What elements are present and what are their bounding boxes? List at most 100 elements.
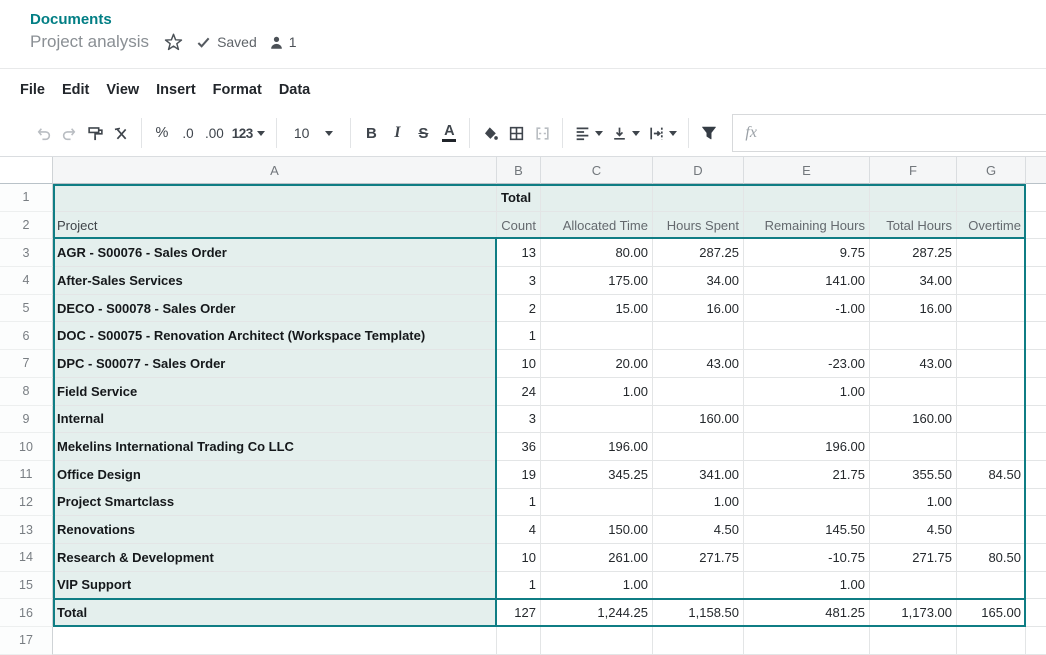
cell-E1[interactable]	[744, 184, 870, 212]
cell-F6[interactable]	[870, 322, 957, 350]
cell-partial-11[interactable]	[1026, 461, 1046, 489]
menu-insert[interactable]: Insert	[156, 82, 196, 98]
row-header-9[interactable]: 9	[0, 406, 53, 434]
cell-F16[interactable]: 1,173.00	[870, 599, 957, 627]
cell-B3[interactable]: 13	[497, 239, 541, 267]
column-header-E[interactable]: E	[744, 157, 870, 184]
cell-G11[interactable]: 84.50	[957, 461, 1026, 489]
cell-C3[interactable]: 80.00	[541, 239, 653, 267]
cell-D9[interactable]: 160.00	[653, 406, 744, 434]
row-header-8[interactable]: 8	[0, 378, 53, 406]
cell-C1[interactable]	[541, 184, 653, 212]
row-header-4[interactable]: 4	[0, 267, 53, 295]
cell-F8[interactable]	[870, 378, 957, 406]
cell-C15[interactable]: 1.00	[541, 572, 653, 600]
cell-A5[interactable]: DECO - S00078 - Sales Order	[53, 295, 497, 323]
cell-partial-15[interactable]	[1026, 572, 1046, 600]
cell-E11[interactable]: 21.75	[744, 461, 870, 489]
cell-B9[interactable]: 3	[497, 406, 541, 434]
cell-D12[interactable]: 1.00	[653, 489, 744, 517]
cell-E13[interactable]: 145.50	[744, 516, 870, 544]
row-header-11[interactable]: 11	[0, 461, 53, 489]
cell-G5[interactable]	[957, 295, 1026, 323]
cell-A17[interactable]	[53, 627, 497, 655]
cell-F15[interactable]	[870, 572, 957, 600]
cell-E6[interactable]	[744, 322, 870, 350]
cell-partial-12[interactable]	[1026, 489, 1046, 517]
cell-A3[interactable]: AGR - S00076 - Sales Order	[53, 239, 497, 267]
fill-color-button[interactable]	[477, 119, 503, 147]
vertical-align-dropdown[interactable]	[607, 119, 644, 147]
cell-D2[interactable]: Hours Spent	[653, 212, 744, 240]
cell-G7[interactable]	[957, 350, 1026, 378]
row-header-13[interactable]: 13	[0, 516, 53, 544]
cell-B7[interactable]: 10	[497, 350, 541, 378]
cell-F12[interactable]: 1.00	[870, 489, 957, 517]
cell-C9[interactable]	[541, 406, 653, 434]
cell-C13[interactable]: 150.00	[541, 516, 653, 544]
cell-A7[interactable]: DPC - S00077 - Sales Order	[53, 350, 497, 378]
cell-F4[interactable]: 34.00	[870, 267, 957, 295]
cell-A4[interactable]: After-Sales Services	[53, 267, 497, 295]
menu-format[interactable]: Format	[213, 82, 262, 98]
column-header-G[interactable]: G	[957, 157, 1026, 184]
paint-format-button[interactable]	[82, 119, 108, 147]
formula-bar[interactable]: fx	[732, 114, 1046, 152]
cell-A9[interactable]: Internal	[53, 406, 497, 434]
menu-file[interactable]: File	[20, 82, 45, 98]
cell-G14[interactable]: 80.50	[957, 544, 1026, 572]
decrease-decimal-button[interactable]: .0	[175, 119, 201, 147]
cell-D14[interactable]: 271.75	[653, 544, 744, 572]
row-header-10[interactable]: 10	[0, 433, 53, 461]
cell-partial-5[interactable]	[1026, 295, 1046, 323]
row-header-6[interactable]: 6	[0, 322, 53, 350]
cell-E10[interactable]: 196.00	[744, 433, 870, 461]
cell-G9[interactable]	[957, 406, 1026, 434]
cell-D5[interactable]: 16.00	[653, 295, 744, 323]
cell-A8[interactable]: Field Service	[53, 378, 497, 406]
cell-F7[interactable]: 43.00	[870, 350, 957, 378]
column-header-F[interactable]: F	[870, 157, 957, 184]
merge-cells-button[interactable]	[529, 119, 555, 147]
row-header-12[interactable]: 12	[0, 489, 53, 517]
cell-B15[interactable]: 1	[497, 572, 541, 600]
cell-B6[interactable]: 1	[497, 322, 541, 350]
cell-D17[interactable]	[653, 627, 744, 655]
cell-D11[interactable]: 341.00	[653, 461, 744, 489]
column-header-C[interactable]: C	[541, 157, 653, 184]
cell-B17[interactable]	[497, 627, 541, 655]
grid-corner[interactable]	[0, 157, 53, 184]
cell-E9[interactable]	[744, 406, 870, 434]
cell-A2[interactable]: Project	[53, 212, 497, 240]
cell-partial-13[interactable]	[1026, 516, 1046, 544]
cell-partial-14[interactable]	[1026, 544, 1046, 572]
cell-E16[interactable]: 481.25	[744, 599, 870, 627]
cell-G16[interactable]: 165.00	[957, 599, 1026, 627]
cell-G12[interactable]	[957, 489, 1026, 517]
cell-A1[interactable]	[53, 184, 497, 212]
cell-B14[interactable]: 10	[497, 544, 541, 572]
cell-C5[interactable]: 15.00	[541, 295, 653, 323]
bold-button[interactable]: B	[358, 119, 384, 147]
cell-C4[interactable]: 175.00	[541, 267, 653, 295]
clear-format-button[interactable]	[108, 119, 134, 147]
cell-C7[interactable]: 20.00	[541, 350, 653, 378]
document-title[interactable]: Project analysis	[30, 32, 149, 52]
cell-C17[interactable]	[541, 627, 653, 655]
cell-C6[interactable]	[541, 322, 653, 350]
cell-B11[interactable]: 19	[497, 461, 541, 489]
cell-G3[interactable]	[957, 239, 1026, 267]
row-header-7[interactable]: 7	[0, 350, 53, 378]
cell-B8[interactable]: 24	[497, 378, 541, 406]
cell-F5[interactable]: 16.00	[870, 295, 957, 323]
cell-E5[interactable]: -1.00	[744, 295, 870, 323]
cell-A11[interactable]: Office Design	[53, 461, 497, 489]
cell-G4[interactable]	[957, 267, 1026, 295]
menu-view[interactable]: View	[106, 82, 139, 98]
cell-D7[interactable]: 43.00	[653, 350, 744, 378]
cell-G10[interactable]	[957, 433, 1026, 461]
cell-A14[interactable]: Research & Development	[53, 544, 497, 572]
cell-A6[interactable]: DOC - S00075 - Renovation Architect (Wor…	[53, 322, 497, 350]
format-percent-button[interactable]: %	[149, 119, 175, 147]
cell-E4[interactable]: 141.00	[744, 267, 870, 295]
